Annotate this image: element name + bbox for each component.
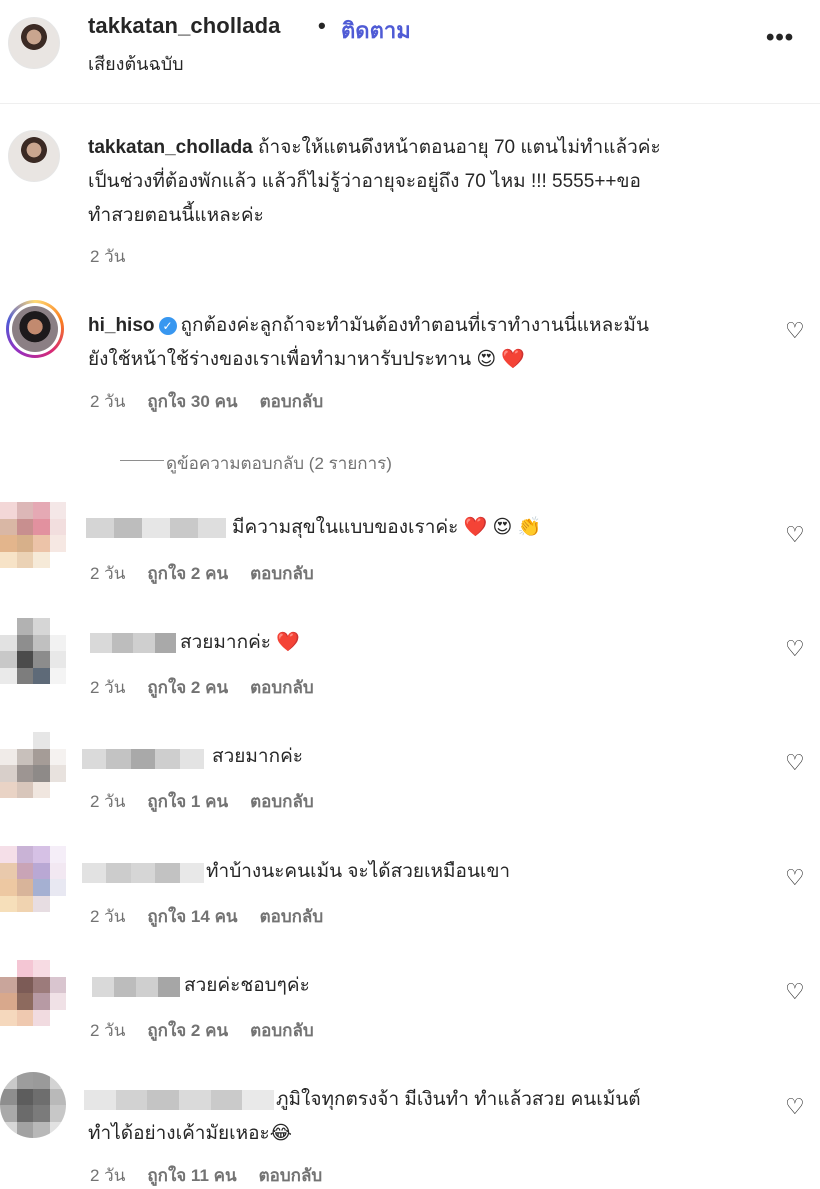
- more-options-icon[interactable]: •••: [766, 24, 794, 52]
- comment-meta: 2 วัน ถูกใจ 2 คน ตอบกลับ: [90, 674, 336, 701]
- caption-timestamp: 2 วัน: [90, 247, 126, 266]
- header-username[interactable]: takkatan_chollada: [88, 13, 280, 39]
- comment-time: 2 วัน: [90, 392, 126, 411]
- comment-line-2: ทำได้อย่างเค้ามัยเหอะ😂: [88, 1123, 292, 1144]
- blurred-avatar[interactable]: [0, 732, 66, 798]
- caption-line-2: เป็นช่วงที่ต้องพักแล้ว แล้วก็ไม่รู้ว่าอา…: [88, 171, 641, 192]
- like-heart-icon[interactable]: ♡: [785, 865, 805, 891]
- comment-meta: 2 วัน ถูกใจ 2 คน ตอบกลับ: [90, 560, 336, 587]
- comment-time: 2 วัน: [90, 1021, 126, 1040]
- reply-button[interactable]: ตอบกลับ: [250, 564, 314, 583]
- blurred-username[interactable]: [82, 863, 205, 883]
- blurred-avatar[interactable]: [0, 1072, 66, 1138]
- reply-button[interactable]: ตอบกลับ: [260, 907, 324, 926]
- like-heart-icon[interactable]: ♡: [785, 979, 805, 1005]
- blurred-username[interactable]: [82, 749, 205, 769]
- verified-badge-icon: ✓: [158, 316, 177, 335]
- comment-text: สวยมากค่ะ ❤️: [180, 632, 300, 653]
- hiso-line-1: ถูกต้องค่ะลูกถ้าจะทำมันต้องทำตอนที่เราทำ…: [180, 315, 649, 336]
- caption-avatar[interactable]: [8, 130, 60, 182]
- hiso-username[interactable]: hi_hiso: [88, 315, 155, 336]
- comment-text: สวยมากค่ะ: [212, 746, 304, 767]
- comment-likes[interactable]: ถูกใจ 11 คน: [147, 1166, 236, 1185]
- comment-time: 2 วัน: [90, 564, 126, 583]
- caption-username[interactable]: takkatan_chollada: [88, 137, 253, 158]
- comment-meta: 2 วัน ถูกใจ 2 คน ตอบกลับ: [90, 1017, 336, 1044]
- comment-line-1: ภูมิใจทุกตรงจ้า มีเงินทำ ทำแล้วสวย คนเม้…: [276, 1089, 641, 1110]
- comment-meta: 2 วัน ถูกใจ 14 คน ตอบกลับ: [90, 903, 345, 930]
- blurred-username[interactable]: [90, 633, 176, 653]
- hiso-line-2: ยังใช้หน้าใช้ร่างของเราเพื่อทำมาหารับประ…: [88, 349, 526, 370]
- like-heart-icon[interactable]: ♡: [785, 750, 805, 776]
- comment-likes[interactable]: ถูกใจ 2 คน: [147, 1021, 228, 1040]
- like-heart-icon[interactable]: ♡: [785, 318, 805, 344]
- reply-button[interactable]: ตอบกลับ: [250, 1021, 314, 1040]
- header-separator-dot: •: [318, 13, 326, 38]
- comment-time: 2 วัน: [90, 907, 126, 926]
- comment-time: 2 วัน: [90, 678, 126, 697]
- comment-text: สวยค่ะชอบๆค่ะ: [184, 975, 310, 996]
- like-heart-icon[interactable]: ♡: [785, 636, 805, 662]
- view-replies-line: [120, 460, 164, 461]
- caption-text: takkatan_chollada ถ้าจะให้แตนดึงหน้าตอนอ…: [88, 131, 788, 233]
- comment-meta: 2 วัน ถูกใจ 1 คน ตอบกลับ: [90, 788, 336, 815]
- comment-likes[interactable]: ถูกใจ 2 คน: [147, 678, 228, 697]
- hiso-avatar[interactable]: [6, 300, 64, 358]
- comment-text: ทำบ้างนะคนเม้น จะได้สวยเหมือนเขา: [206, 861, 511, 882]
- blurred-username[interactable]: [86, 518, 226, 538]
- blurred-avatar[interactable]: [0, 618, 66, 684]
- comment-likes[interactable]: ถูกใจ 2 คน: [147, 564, 228, 583]
- comment-text: มีความสุขในแบบของเราค่ะ ❤️ 😍 👏: [232, 517, 542, 538]
- original-audio-link[interactable]: เสียงต้นฉบับ: [88, 49, 184, 78]
- comment-time: 2 วัน: [90, 1166, 126, 1185]
- reply-button[interactable]: ตอบกลับ: [260, 392, 324, 411]
- blurred-avatar[interactable]: [0, 960, 66, 1026]
- hiso-meta: 2 วัน ถูกใจ 30 คน ตอบกลับ: [90, 388, 345, 415]
- comment-likes[interactable]: ถูกใจ 1 คน: [147, 792, 228, 811]
- comment-text: ภูมิใจทุกตรงจ้า มีเงินทำ ทำแล้วสวย คนเม้…: [88, 1083, 778, 1151]
- header-divider: [0, 103, 820, 104]
- comment-time: 2 วัน: [90, 792, 126, 811]
- header-avatar[interactable]: [8, 17, 60, 69]
- comment-likes[interactable]: ถูกใจ 30 คน: [147, 392, 237, 411]
- blurred-avatar[interactable]: [0, 846, 66, 912]
- blurred-username[interactable]: [92, 977, 180, 997]
- view-replies-button[interactable]: ดูข้อความตอบกลับ (2 รายการ): [166, 450, 392, 477]
- like-heart-icon[interactable]: ♡: [785, 522, 805, 548]
- reply-button[interactable]: ตอบกลับ: [250, 792, 314, 811]
- comment-meta: 2 วัน ถูกใจ 11 คน ตอบกลับ: [90, 1162, 344, 1189]
- reply-button[interactable]: ตอบกลับ: [250, 678, 314, 697]
- reply-button[interactable]: ตอบกลับ: [259, 1166, 323, 1185]
- caption-line-1: ถ้าจะให้แตนดึงหน้าตอนอายุ 70 แตนไม่ทำแล้…: [258, 137, 661, 158]
- comment-likes[interactable]: ถูกใจ 14 คน: [147, 907, 237, 926]
- like-heart-icon[interactable]: ♡: [785, 1094, 805, 1120]
- blurred-avatar[interactable]: [0, 502, 66, 568]
- follow-button[interactable]: ติดตาม: [341, 13, 411, 48]
- hiso-comment-text: hi_hiso ✓ ถูกต้องค่ะลูกถ้าจะทำมันต้องทำตอน…: [88, 309, 768, 377]
- caption-line-3: ทำสวยตอนนี้แหละค่ะ: [88, 205, 264, 226]
